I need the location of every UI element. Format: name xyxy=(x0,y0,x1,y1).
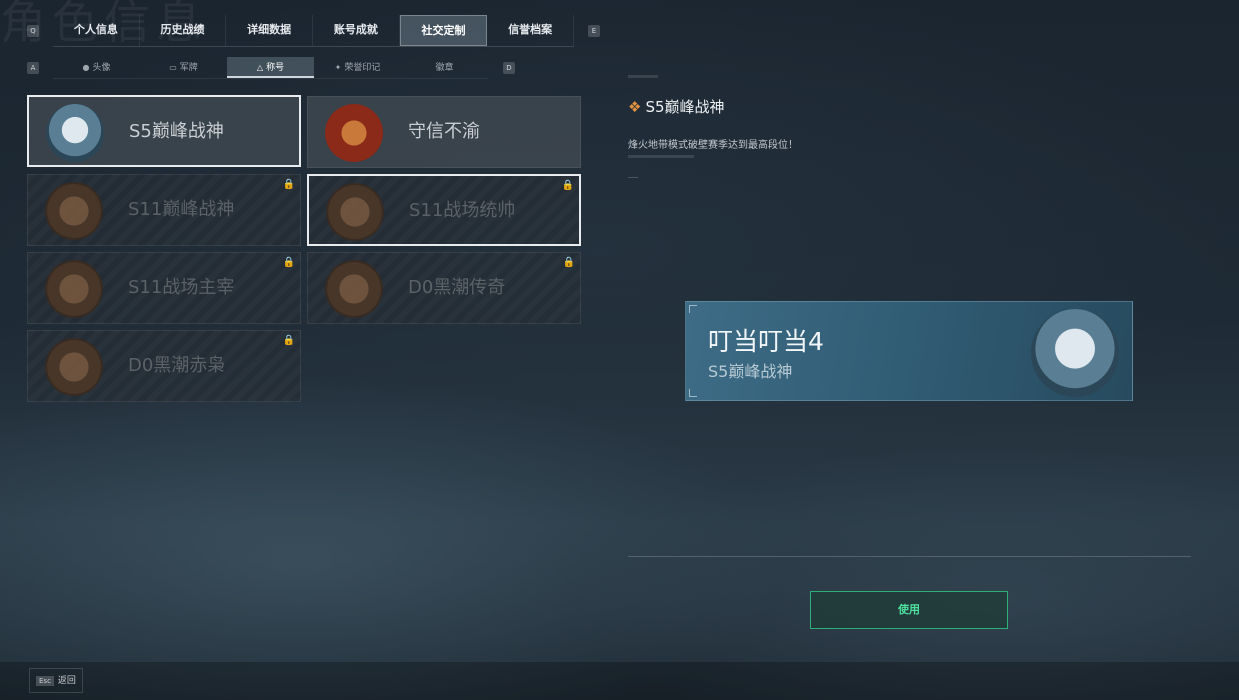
back-button[interactable]: Esc 返回 xyxy=(29,668,83,693)
title-preview-card: 叮当叮当4 S5巅峰战神 xyxy=(685,301,1133,401)
key-hint-next-tab: E xyxy=(588,25,600,37)
footer-bar xyxy=(0,662,1239,700)
lock-icon: 🔒 xyxy=(282,335,295,346)
title-card-name: 守信不渝 xyxy=(408,121,480,142)
subtab-badge-label: 徽章 xyxy=(435,63,454,73)
tab-achievements[interactable]: 账号成就 xyxy=(313,15,400,46)
title-card[interactable]: D0黑潮赤枭 🔒 xyxy=(27,330,301,402)
tank-emblem-icon xyxy=(326,183,384,241)
key-hint-next-subtab: D xyxy=(503,62,515,74)
tab-credit[interactable]: 信誉档案 xyxy=(487,15,575,46)
title-card-name: D0黑潮赤枭 xyxy=(128,355,226,376)
chevron-badge-icon: △ xyxy=(256,63,264,72)
title-card[interactable]: 守信不渝 xyxy=(307,96,581,168)
use-button[interactable]: 使用 xyxy=(810,591,1008,629)
subtab-title-label: 称号 xyxy=(266,63,285,73)
scales-emblem-icon xyxy=(325,104,383,162)
preview-corner xyxy=(689,389,697,397)
back-label: 返回 xyxy=(57,676,76,686)
sub-tabbar: ● 头像 ▭ 军牌 △ 称号 ✦ 荣誉印记 徽章 xyxy=(53,57,488,79)
wings-icon: ✦ xyxy=(334,63,342,72)
title-card[interactable]: S11战场主宰 🔒 xyxy=(27,252,301,324)
title-card-name: S11巅峰战神 xyxy=(128,199,235,220)
tab-social[interactable]: 社交定制 xyxy=(399,15,488,46)
lock-icon: 🔒 xyxy=(561,180,574,191)
key-hint-prev-tab: Q xyxy=(27,25,39,37)
lock-icon: 🔒 xyxy=(282,179,295,190)
tab-history[interactable]: 历史战绩 xyxy=(140,15,227,46)
mask-emblem-icon xyxy=(45,338,103,396)
subtab-badge[interactable]: 徽章 xyxy=(401,57,488,78)
preview-title-name: S5巅峰战神 xyxy=(708,362,793,381)
detail-description: 烽火地带模式破壁赛季达到最高段位！ xyxy=(628,140,798,151)
tab-details[interactable]: 详细数据 xyxy=(226,15,314,46)
main-tabbar: 个人信息 历史战绩 详细数据 账号成就 社交定制 信誉档案 xyxy=(53,15,575,47)
title-card-name: D0黑潮传奇 xyxy=(408,277,506,298)
subtab-avatar-label: 头像 xyxy=(92,63,111,73)
detail-title-text: S5巅峰战神 xyxy=(645,98,725,116)
title-card[interactable]: D0黑潮传奇 🔒 xyxy=(307,252,581,324)
arch-emblem-icon xyxy=(45,260,103,318)
detail-divider xyxy=(628,75,658,78)
title-card-name: S5巅峰战神 xyxy=(129,121,224,142)
subtab-dogtag[interactable]: ▭ 军牌 xyxy=(140,57,227,78)
esc-key-hint: Esc xyxy=(36,676,54,686)
diamond-icon: ❖ xyxy=(628,98,642,116)
subtab-dogtag-label: 军牌 xyxy=(179,63,198,73)
subtab-title[interactable]: △ 称号 xyxy=(227,57,314,78)
title-card-name: S11战场统帅 xyxy=(409,200,516,221)
lock-icon: 🔒 xyxy=(562,257,575,268)
detail-progress-line xyxy=(628,155,694,158)
detail-title: ❖ S5巅峰战神 xyxy=(628,96,725,117)
title-card-name: S11战场主宰 xyxy=(128,277,235,298)
tab-profile[interactable]: 个人信息 xyxy=(53,15,140,46)
title-card[interactable]: S5巅峰战神 xyxy=(27,95,301,167)
skull-diver-emblem-icon xyxy=(46,104,104,162)
vehicle-emblem-icon xyxy=(45,182,103,240)
action-separator xyxy=(628,556,1191,557)
key-hint-prev-subtab: A xyxy=(27,62,39,74)
title-card[interactable]: S11战场统帅 🔒 xyxy=(307,174,581,246)
subtab-honor-mark[interactable]: ✦ 荣誉印记 xyxy=(314,57,401,78)
subtab-avatar[interactable]: ● 头像 xyxy=(53,57,140,78)
preview-player-name: 叮当叮当4 xyxy=(708,327,824,356)
title-card[interactable]: S11巅峰战神 🔒 xyxy=(27,174,301,246)
hooded-figure-emblem-icon xyxy=(325,260,383,318)
skull-diver-emblem-icon xyxy=(1031,309,1119,397)
preview-corner xyxy=(689,305,697,313)
person-icon: ● xyxy=(82,63,90,72)
lock-icon: 🔒 xyxy=(282,257,295,268)
subtab-honor-label: 荣誉印记 xyxy=(344,63,381,73)
dogtag-icon: ▭ xyxy=(169,63,177,72)
detail-separator xyxy=(628,177,638,178)
